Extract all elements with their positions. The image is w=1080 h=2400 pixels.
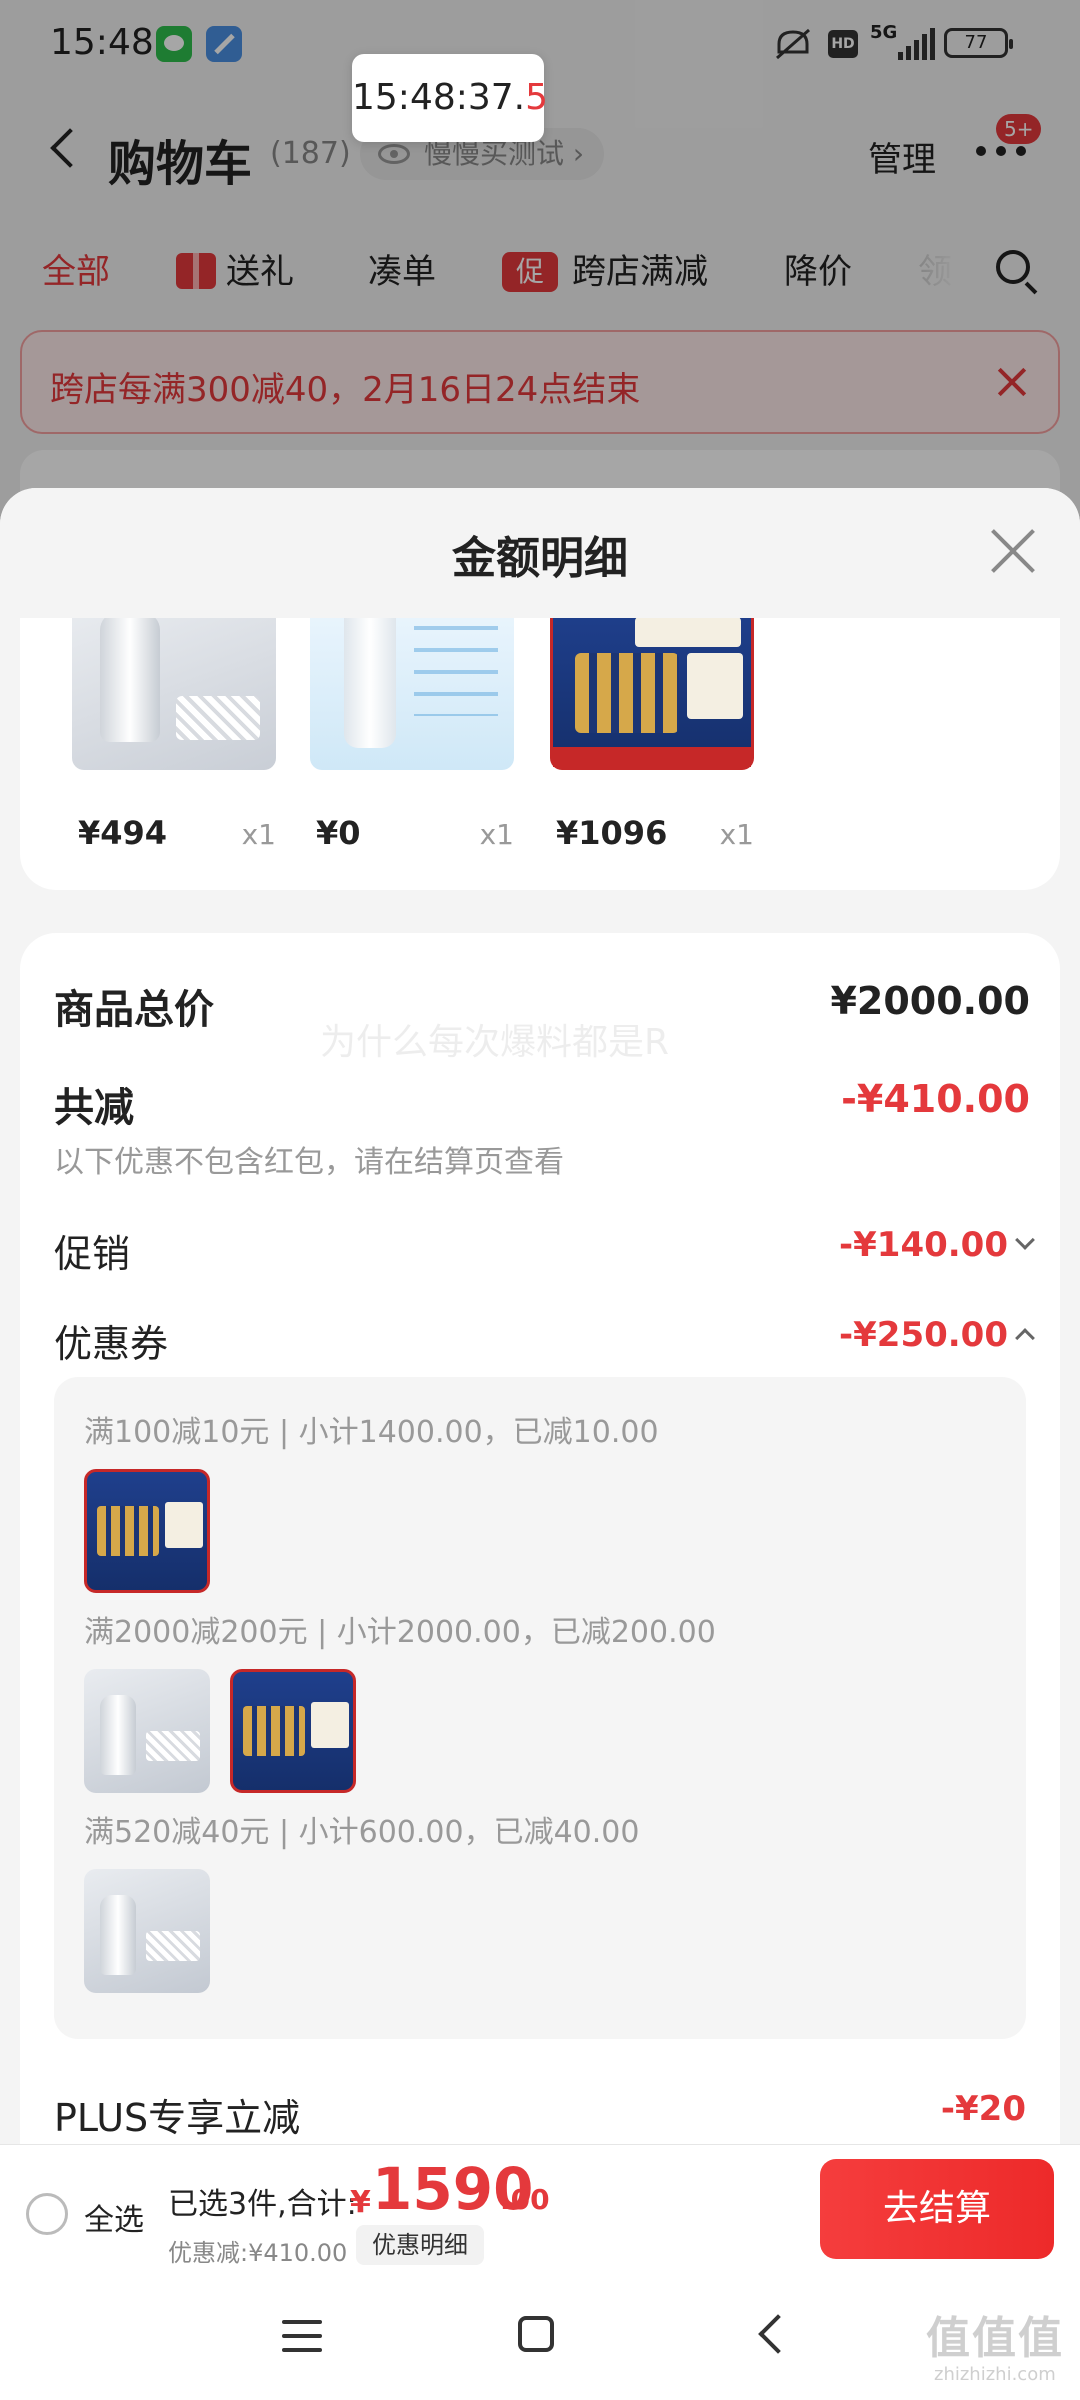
- discount-detail-button[interactable]: 优惠明细: [356, 2225, 484, 2265]
- product-price: ¥0: [316, 814, 361, 852]
- chevron-up-icon[interactable]: [1015, 1328, 1035, 1348]
- total-reduction-label: 共减: [54, 1085, 134, 1131]
- chevron-down-icon[interactable]: [1015, 1230, 1035, 1250]
- back-icon[interactable]: [758, 2314, 798, 2354]
- time-popup: 15:48:37.5: [352, 54, 548, 142]
- promotion-value[interactable]: -¥140.00: [839, 1225, 1008, 1265]
- product-qty: x1: [719, 818, 754, 851]
- discount-amount: 优惠减:¥410.00: [168, 2239, 348, 2267]
- coupon-product-image: [84, 1469, 210, 1593]
- product-qty: x1: [479, 818, 514, 851]
- close-icon[interactable]: [990, 528, 1036, 574]
- menu-icon[interactable]: [282, 2320, 322, 2352]
- coupon-rule: 满100减10元 | 小计1400.00，已减10.00: [84, 1415, 659, 1450]
- amount-detail-sheet: ¥494 x1 ¥0 x1 ¥1096 x1 金额明细 商品总价 ¥2000.0…: [0, 488, 1080, 2400]
- watermark-text: 为什么每次爆料都是R: [320, 1022, 670, 1063]
- home-icon[interactable]: [518, 2316, 554, 2352]
- time-popup-main: 15:48:37.: [352, 77, 526, 118]
- coupon-product-image: [84, 1869, 210, 1993]
- product-image: [550, 618, 754, 770]
- coupon-product-image: [84, 1669, 210, 1793]
- coupon-product-image: [230, 1669, 356, 1793]
- coupon-rule: 满520减40元 | 小计600.00，已减40.00: [84, 1815, 640, 1850]
- product-qty: x1: [241, 818, 276, 851]
- total-price-label: 商品总价: [54, 987, 214, 1033]
- system-nav-bar: 值值值 zhizhizhi.com: [0, 2272, 1080, 2400]
- time-popup-highlight: 5: [525, 77, 549, 118]
- checkout-button[interactable]: 去结算: [820, 2159, 1054, 2259]
- plus-discount-value: -¥20: [940, 2089, 1026, 2129]
- total-price-value: ¥2000.00: [830, 979, 1030, 1023]
- coupon-rule: 满2000减200元 | 小计2000.00，已减200.00: [84, 1615, 716, 1650]
- sheet-header: 金额明细: [0, 488, 1080, 618]
- checkout-bar: 全选 已选3件,合计: ¥ 1590 .00 优惠减:¥410.00 优惠明细 …: [0, 2144, 1080, 2272]
- plus-discount-label: PLUS专享立减: [54, 2096, 301, 2140]
- product-price: ¥1096: [556, 814, 668, 852]
- promotion-label[interactable]: 促销: [54, 1223, 130, 1278]
- product-price: ¥494: [78, 814, 168, 852]
- site-watermark-logo: 值值值: [926, 2313, 1064, 2364]
- reduction-note: 以下优惠不包含红包，请在结算页查看: [54, 1145, 564, 1180]
- total-currency: ¥: [350, 2185, 371, 2220]
- site-watermark-url: zhizhizhi.com: [934, 2364, 1056, 2385]
- total-reduction-value: -¥410.00: [841, 1077, 1030, 1121]
- total-decimal: .00: [500, 2183, 550, 2216]
- sheet-title: 金额明细: [452, 533, 628, 584]
- products-card: ¥494 x1 ¥0 x1 ¥1096 x1: [20, 618, 1060, 890]
- coupon-detail-box: 满100减10元 | 小计1400.00，已减10.00 满2000减200元 …: [54, 1377, 1026, 2039]
- select-all-label[interactable]: 全选: [84, 2195, 144, 2239]
- product-image: [72, 618, 276, 770]
- total-prefix: 已选3件,合计:: [168, 2187, 357, 2222]
- select-all-checkbox[interactable]: [26, 2193, 68, 2235]
- product-image: [310, 618, 514, 770]
- coupon-label[interactable]: 优惠券: [54, 1313, 168, 1368]
- coupon-value[interactable]: -¥250.00: [839, 1315, 1008, 1355]
